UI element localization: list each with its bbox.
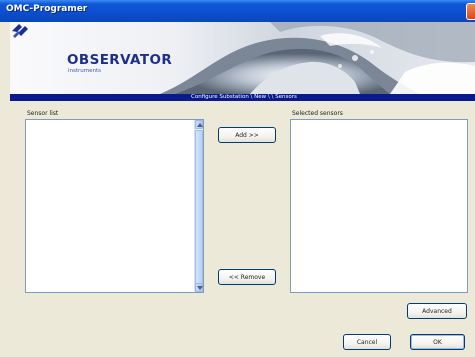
sensor-list-label: Sensor list	[27, 110, 59, 117]
remove-button[interactable]: << Remove	[218, 269, 276, 285]
breadcrumb-bar: Configure Substation \ New \ \ Sensors	[10, 94, 475, 101]
logo-text: OBSERVATOR	[67, 52, 173, 68]
advanced-button[interactable]: Advanced	[407, 303, 467, 319]
add-button[interactable]: Add >>	[218, 127, 276, 143]
arrow-down-icon[interactable]	[195, 283, 203, 292]
logo-subtext: instruments	[68, 68, 102, 74]
title-bar[interactable]: OMC-Programer	[0, 0, 475, 22]
observator-logo-icon	[12, 24, 28, 38]
cancel-button[interactable]: Cancel	[343, 334, 391, 350]
selected-sensors-list[interactable]	[290, 119, 468, 293]
header-banner: OBSERVATOR instruments	[10, 22, 475, 94]
omc-programer-window: OMC-Programer OBSERVATOR instruments Con…	[0, 0, 475, 357]
window-title: OMC-Programer	[6, 4, 88, 14]
close-icon[interactable]	[466, 3, 475, 20]
sensor-list-scrollbar[interactable]	[194, 120, 203, 292]
sensor-list[interactable]	[25, 119, 204, 293]
breadcrumb: Configure Substation \ New \ \ Sensors	[191, 94, 297, 100]
scroll-thumb[interactable]	[195, 130, 203, 288]
ok-button[interactable]: OK	[410, 334, 465, 350]
arrow-up-icon[interactable]	[195, 120, 203, 129]
selected-sensors-label: Selected sensors	[292, 110, 343, 117]
